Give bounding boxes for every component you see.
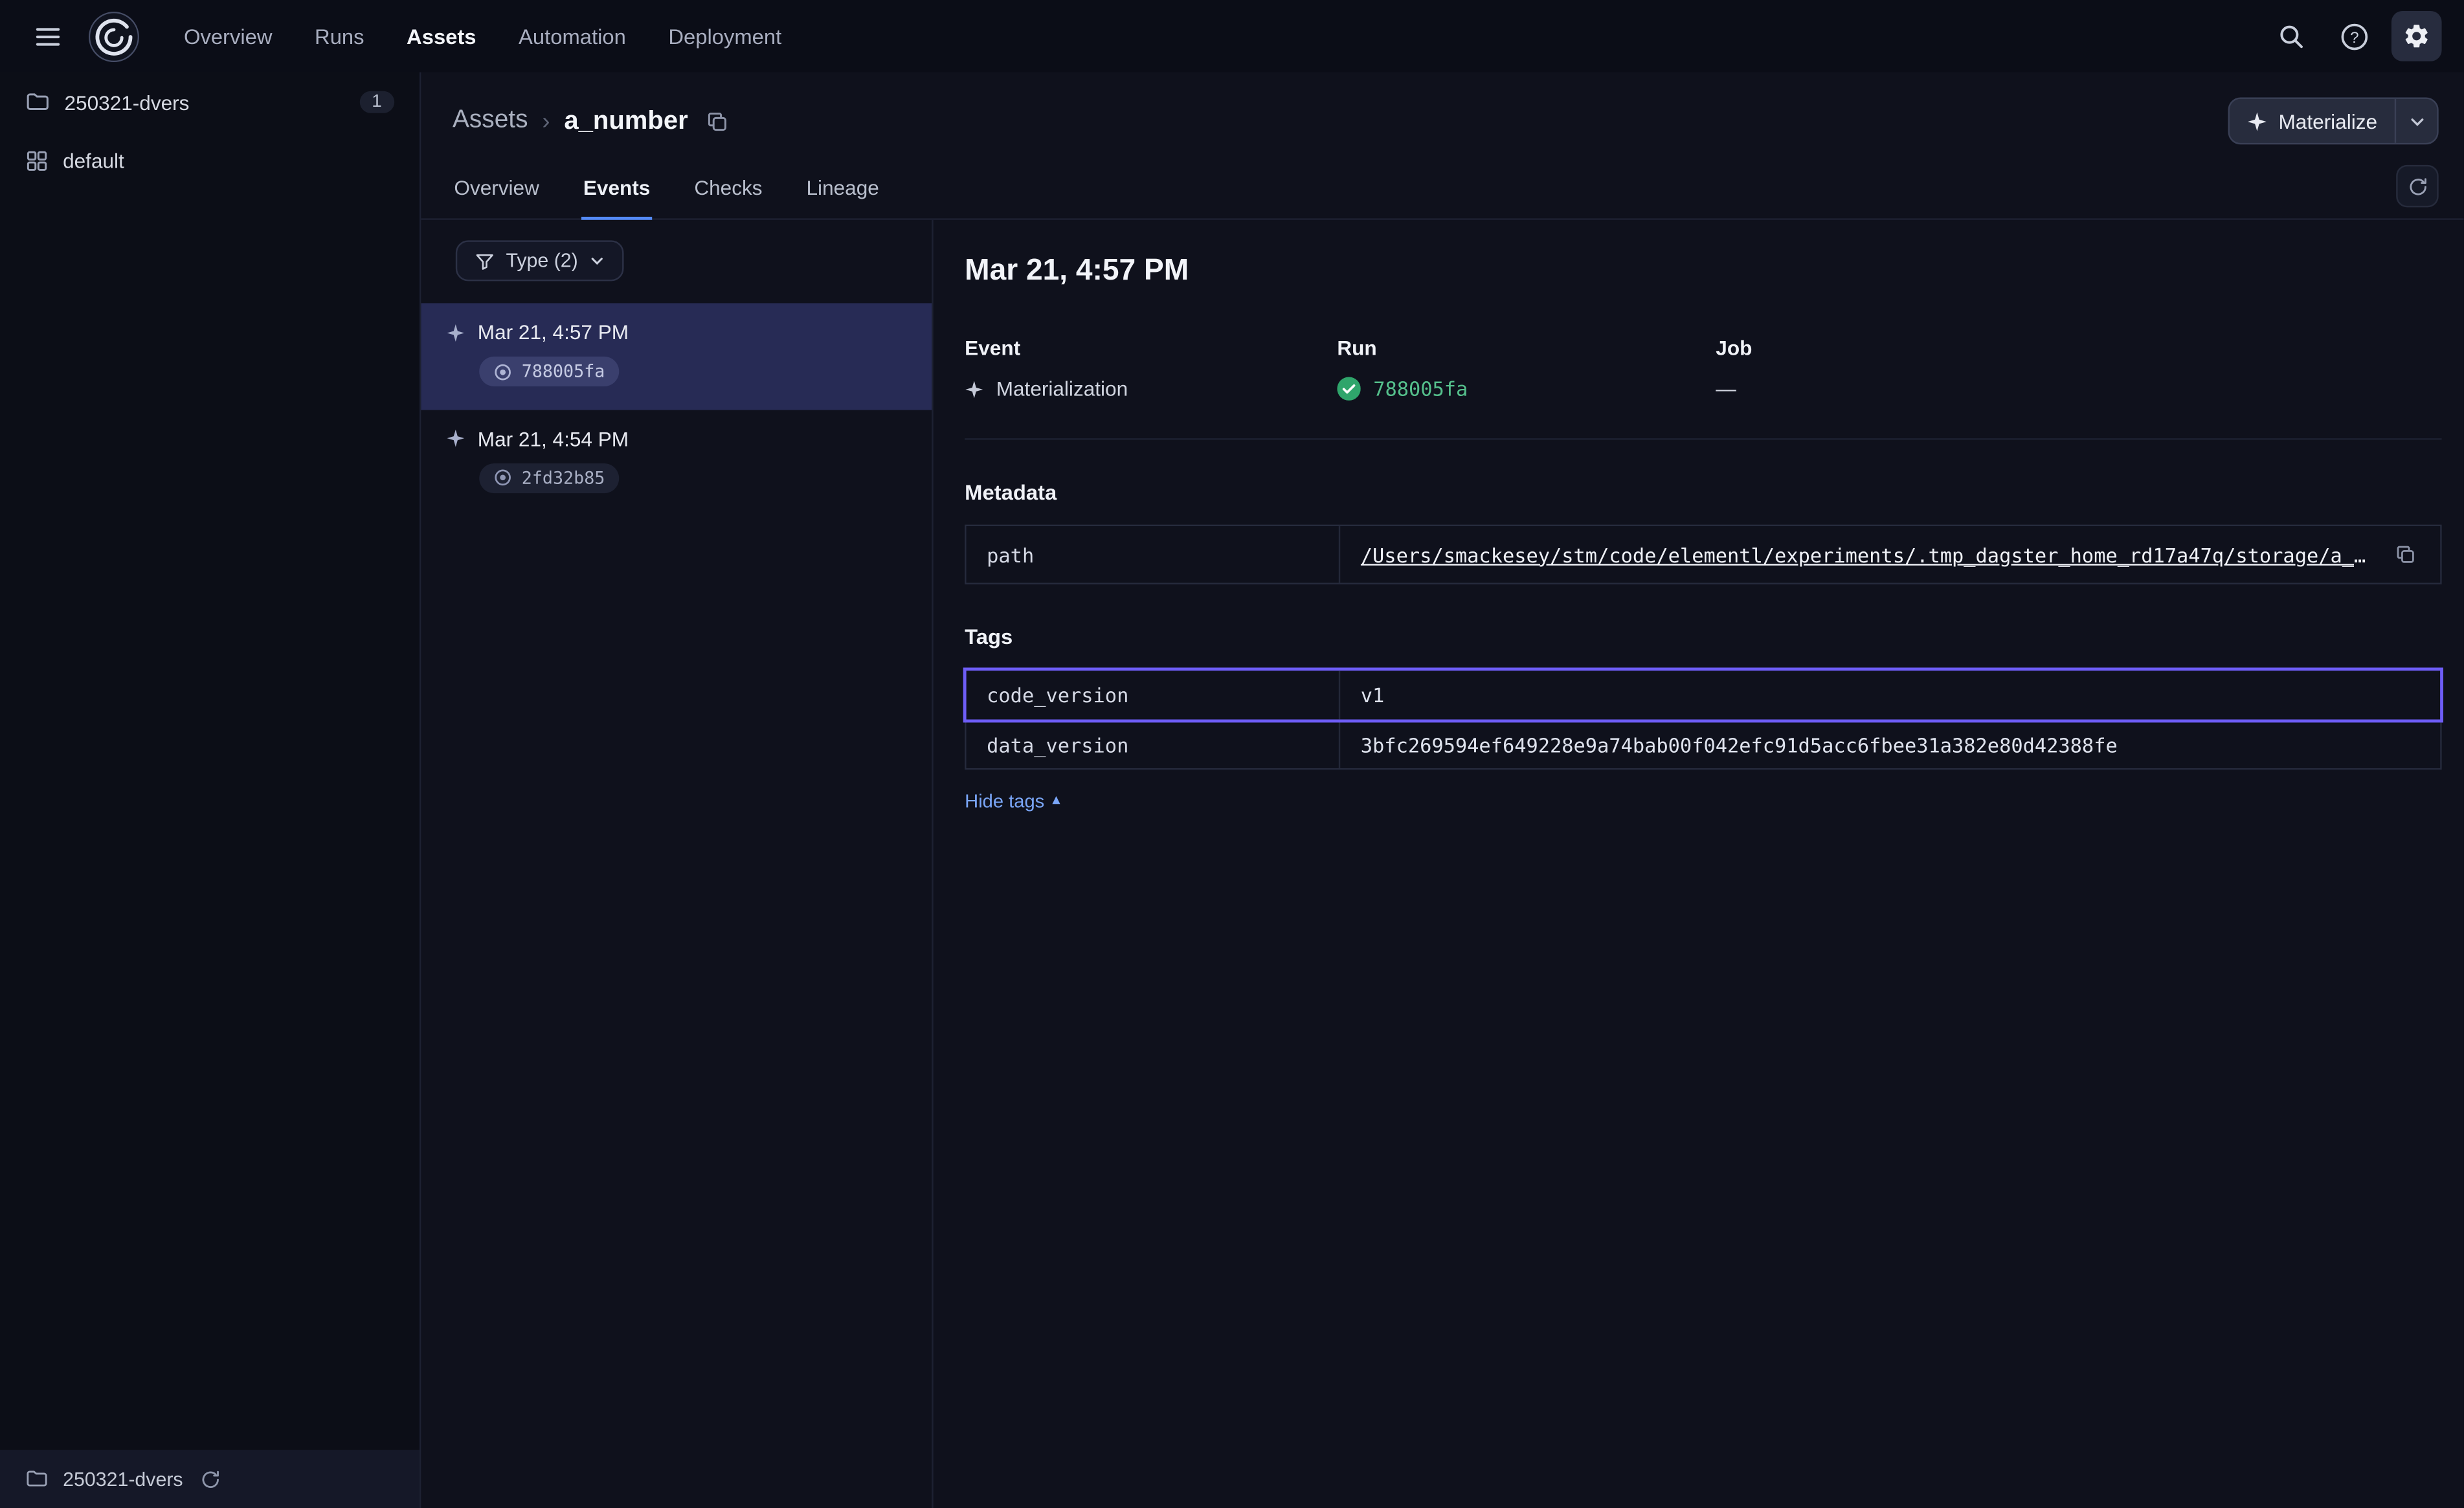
dagster-logo[interactable] — [88, 10, 140, 62]
sidebar-footer: 250321-dvers — [0, 1450, 420, 1508]
run-id: 788005fa — [522, 361, 605, 382]
folder-icon — [25, 1467, 49, 1491]
event-list-item[interactable]: Mar 21, 4:57 PM 788005fa — [421, 303, 932, 409]
search-button[interactable] — [2266, 11, 2316, 61]
event-detail-title: Mar 21, 4:57 PM — [965, 254, 2441, 289]
metadata-path-link[interactable]: /Users/smackesey/stm/code/elementl/exper… — [1361, 543, 2377, 566]
refresh-icon — [2406, 175, 2428, 197]
tag-row-code-version: code_version v1 — [967, 671, 2441, 719]
run-label: Run — [1337, 336, 1716, 359]
svg-text:?: ? — [2349, 28, 2358, 46]
run-success-icon — [1337, 377, 1360, 400]
event-label: Event — [965, 336, 1337, 359]
events-panel: Type (2) Mar 21, 4:57 PM — [421, 220, 933, 1508]
topbar-actions: ? — [2266, 11, 2442, 61]
run-id-pill: 2fd32b85 — [479, 463, 619, 493]
section-divider — [965, 438, 2441, 439]
materialization-sparkle-icon — [446, 323, 465, 342]
materialize-label: Materialize — [2278, 109, 2377, 133]
event-timestamp: Mar 21, 4:54 PM — [478, 427, 629, 450]
copy-asset-name-button[interactable] — [702, 106, 732, 136]
sidebar: 250321-dvers 1 default 250321-dvers — [0, 72, 421, 1508]
metadata-table: path /Users/smackesey/stm/code/elementl/… — [965, 525, 2441, 584]
event-summary-row: Event Materialization Run — [965, 336, 2441, 401]
hamburger-button[interactable] — [22, 11, 73, 61]
materialize-button[interactable]: Materialize — [2228, 97, 2439, 144]
breadcrumb-separator: › — [542, 107, 550, 134]
hide-tags-link[interactable]: Hide tags ▴ — [965, 790, 1060, 812]
run-id-pill: 788005fa — [479, 357, 619, 386]
run-status-icon — [493, 362, 512, 381]
tag-value: v1 — [1340, 671, 2440, 719]
chevron-down-icon — [589, 253, 605, 269]
job-label: Job — [1716, 336, 1752, 359]
nav-deployment[interactable]: Deployment — [668, 25, 781, 48]
settings-button[interactable] — [2391, 11, 2442, 61]
chevron-down-icon — [2408, 113, 2425, 130]
materialization-sparkle-icon — [965, 379, 983, 398]
tab-events[interactable]: Events — [581, 159, 651, 220]
nav-runs[interactable]: Runs — [315, 25, 364, 48]
sidebar-item-label: default — [63, 150, 124, 173]
topbar: Overview Runs Assets Automation Deployme… — [0, 0, 2464, 72]
help-button[interactable]: ? — [2329, 11, 2379, 61]
tab-lineage[interactable]: Lineage — [805, 159, 880, 220]
top-nav: Overview Runs Assets Automation Deployme… — [184, 25, 781, 48]
filter-icon — [475, 250, 495, 271]
job-value: — — [1716, 377, 1736, 400]
reload-icon[interactable] — [200, 1468, 222, 1490]
materialize-dropdown-toggle[interactable] — [2396, 99, 2437, 143]
folder-icon — [25, 89, 50, 115]
copy-icon — [705, 109, 728, 133]
page-header: Assets › a_number Materialize — [421, 72, 2463, 154]
metadata-key: path — [967, 526, 1341, 582]
breadcrumb-assets-link[interactable]: Assets — [453, 107, 528, 135]
event-detail-panel: Mar 21, 4:57 PM Event Materialization Ru… — [934, 220, 2464, 1508]
breadcrumb: Assets › a_number — [453, 106, 732, 136]
type-filter-label: Type (2) — [506, 250, 577, 272]
sidebar-item-default-group[interactable]: default — [0, 132, 420, 190]
metadata-row: path /Users/smackesey/stm/code/elementl/… — [967, 526, 2441, 582]
hamburger-menu-icon — [32, 21, 62, 51]
footer-code-location-label: 250321-dvers — [63, 1468, 183, 1490]
tab-checks[interactable]: Checks — [693, 159, 764, 220]
run-id: 2fd32b85 — [522, 467, 605, 488]
event-timestamp: Mar 21, 4:57 PM — [478, 320, 629, 344]
tab-overview[interactable]: Overview — [453, 159, 541, 220]
tags-table: code_version v1 data_version 3bfc269594e… — [965, 669, 2441, 770]
nav-assets[interactable]: Assets — [407, 25, 476, 48]
materialization-sparkle-icon — [446, 429, 465, 448]
content-split: Type (2) Mar 21, 4:57 PM — [421, 220, 2463, 1508]
copy-icon — [2395, 544, 2417, 566]
asset-group-icon — [25, 150, 49, 173]
help-icon: ? — [2339, 21, 2369, 51]
event-type-value: Materialization — [996, 377, 1128, 400]
tag-key: code_version — [967, 671, 1341, 719]
sidebar-item-code-location[interactable]: 250321-dvers 1 — [0, 72, 420, 132]
nav-automation[interactable]: Automation — [519, 25, 626, 48]
search-icon — [2277, 22, 2305, 50]
run-status-icon — [493, 468, 512, 487]
type-filter-button[interactable]: Type (2) — [456, 240, 623, 281]
event-list-item[interactable]: Mar 21, 4:54 PM 2fd32b85 — [421, 409, 932, 515]
materialize-sparkle-icon — [2247, 111, 2268, 131]
tags-heading: Tags — [965, 625, 2441, 649]
asset-tabs: Overview Events Checks Lineage — [421, 154, 2463, 220]
metadata-heading: Metadata — [965, 481, 2441, 504]
caret-up-icon: ▴ — [1052, 793, 1060, 809]
app-window: Overview Runs Assets Automation Deployme… — [0, 0, 2464, 1508]
tag-value: 3bfc269594ef649228e9a74bab00f042efc91d5a… — [1340, 721, 2440, 768]
copy-path-button[interactable] — [2391, 540, 2420, 569]
sidebar-item-label: 250321-dvers — [65, 91, 190, 114]
tag-row-data-version: data_version 3bfc269594ef649228e9a74bab0… — [967, 720, 2441, 768]
main-content: Assets › a_number Materialize — [421, 72, 2463, 1508]
gear-icon — [2402, 22, 2431, 50]
nav-overview[interactable]: Overview — [184, 25, 273, 48]
refresh-button[interactable] — [2396, 165, 2439, 208]
run-id-link[interactable]: 788005fa — [1373, 377, 1468, 400]
asset-count-badge: 1 — [359, 91, 394, 113]
asset-name: a_number — [564, 106, 688, 136]
tag-key: data_version — [967, 721, 1341, 768]
